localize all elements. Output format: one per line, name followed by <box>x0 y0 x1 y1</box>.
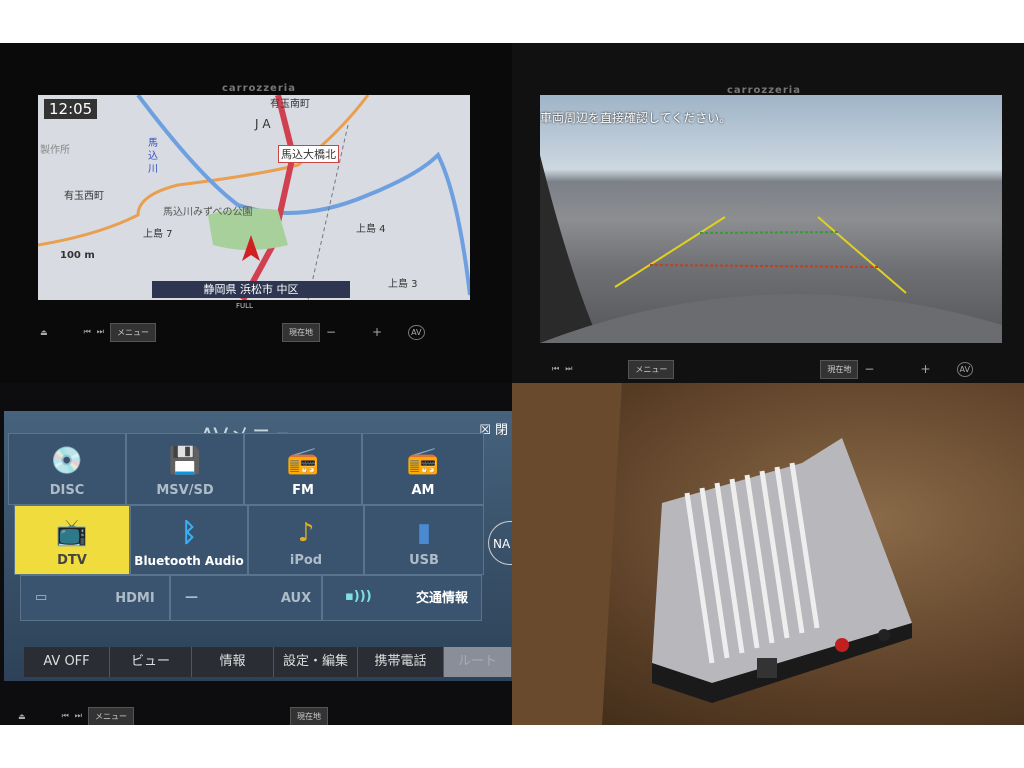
source-hdmi[interactable]: ▭ HDMI <box>20 575 170 621</box>
rear-camera-screen-photo: carrozzeria 車両周辺を直接確認してください。 ⏮ ⏭ メニュー 現在… <box>512 43 1024 383</box>
hdmi-icon: ▭ <box>35 590 48 605</box>
disc-icon: 💿 <box>50 446 84 476</box>
parking-guide-lines <box>540 155 1002 343</box>
map-label: J A <box>255 117 271 131</box>
tab-av-off[interactable]: AV OFF <box>24 647 110 677</box>
map-label: 有玉西町 <box>64 191 104 202</box>
map-label: 上島 3 <box>388 279 418 290</box>
safety-warning: 車両周辺を直接確認してください。 <box>540 111 732 125</box>
source-traffic-info[interactable]: ▪))) 交通情報 <box>322 575 482 621</box>
usb-icon: ▮ <box>416 518 432 548</box>
menu-button[interactable]: メニュー <box>109 322 156 342</box>
eject-icon[interactable]: ⏏ <box>18 712 26 721</box>
tab-view[interactable]: ビュー <box>110 647 192 677</box>
source-label: AM <box>411 483 435 498</box>
bluetooth-icon: ᛒ <box>181 518 197 548</box>
source-label: MSV/SD <box>156 483 214 498</box>
intersection-label: 馬込大橋北 <box>278 145 339 163</box>
rear-camera-view: 車両周辺を直接確認してください。 <box>540 95 1002 343</box>
source-label: USB <box>409 553 439 568</box>
map-label: 製作所 <box>40 145 70 156</box>
close-label: 閉 <box>494 423 508 438</box>
source-label: 交通情報 <box>415 591 468 606</box>
map-label: 馬込川 <box>148 138 158 175</box>
map-label: 有玉南町 <box>270 99 310 110</box>
prev-track-icon[interactable]: ⏮ <box>552 364 559 374</box>
radio-icon: 📻 <box>406 446 440 476</box>
clock: 12:05 <box>44 99 98 119</box>
prev-track-icon[interactable]: ⏮ <box>84 327 91 337</box>
source-ipod[interactable]: ♪ iPod <box>248 505 364 575</box>
volume-up-button[interactable]: + <box>920 362 930 376</box>
volume-down-button[interactable]: − <box>864 362 874 376</box>
full-screen-button[interactable]: FULL <box>236 302 253 310</box>
source-aux[interactable]: — AUX <box>170 575 322 621</box>
source-label: iPod <box>289 553 323 568</box>
map-view[interactable]: 12:05 有玉南町 J A 馬込大橋北 馬込川 製作所 有玉西町 馬込川みずべ… <box>38 95 470 300</box>
source-disc[interactable]: 💿 DISC <box>8 433 126 505</box>
eject-icon[interactable]: ⏏ <box>40 328 48 337</box>
source-label: DTV <box>57 553 87 568</box>
source-label: FM <box>292 483 314 498</box>
source-dtv[interactable]: 📺 DTV <box>14 505 130 575</box>
nav-button[interactable]: NA <box>488 521 512 565</box>
next-track-icon[interactable]: ⏭ <box>97 327 104 337</box>
current-location-button[interactable]: 現在地 <box>820 359 859 379</box>
tab-phone[interactable]: 携帯電話 <box>358 647 444 677</box>
source-fm[interactable]: 📻 FM <box>244 433 362 505</box>
source-msv-sd[interactable]: 💾 MSV/SD <box>126 433 244 505</box>
next-track-icon[interactable]: ⏭ <box>75 711 82 721</box>
av-menu-screen-photo: AVメニュー ☒ 閉 💿DISC 💾MSV/SD 📻FM 📻AM 📺DTV ᛒB… <box>0 383 512 725</box>
tab-route[interactable]: ルート <box>444 647 512 677</box>
source-usb[interactable]: ▮ USB <box>364 505 484 575</box>
aux-icon: — <box>185 590 198 605</box>
av-button[interactable]: AV <box>408 324 425 340</box>
radio-icon: 📻 <box>286 446 320 476</box>
av-menu: AVメニュー ☒ 閉 💿DISC 💾MSV/SD 📻FM 📻AM 📺DTV ᛒB… <box>4 411 512 681</box>
current-location-button[interactable]: 現在地 <box>281 322 320 342</box>
map-label: 上島 4 <box>356 224 386 235</box>
tv-icon: 📺 <box>55 518 89 548</box>
source-label: Bluetooth Audio <box>134 554 244 568</box>
menu-button[interactable]: メニュー <box>87 706 134 725</box>
source-label: DISC <box>49 483 85 498</box>
volume-down-button[interactable]: − <box>326 325 336 339</box>
source-am[interactable]: 📻 AM <box>362 433 484 505</box>
tab-settings[interactable]: 設定・編集 <box>274 647 358 677</box>
source-bluetooth-audio[interactable]: ᛒ Bluetooth Audio <box>130 505 248 575</box>
map-label: 馬込川みずべの公園 <box>163 207 253 218</box>
current-address: 静岡県 浜松市 中区 <box>152 281 350 298</box>
amplifier-photo <box>512 383 1024 725</box>
amplifier-image <box>512 383 912 725</box>
tab-info[interactable]: 情報 <box>192 647 274 677</box>
prev-track-icon[interactable]: ⏮ <box>62 711 69 721</box>
sd-card-icon: 💾 <box>168 446 202 476</box>
volume-up-button[interactable]: + <box>372 325 382 339</box>
av-button[interactable]: AV <box>956 361 973 377</box>
music-note-icon: ♪ <box>297 518 315 548</box>
current-location-button[interactable]: 現在地 <box>289 706 328 725</box>
map-label: 上島 7 <box>143 229 173 240</box>
scale-label: 100 m <box>60 250 95 261</box>
brand-logo: carrozzeria <box>222 83 296 94</box>
next-track-icon[interactable]: ⏭ <box>565 364 572 374</box>
menu-button[interactable]: メニュー <box>628 359 675 379</box>
navigation-screen-photo: carrozzeria 12:05 有玉南町 J A 馬込大橋北 馬込川 製作所… <box>0 43 512 383</box>
